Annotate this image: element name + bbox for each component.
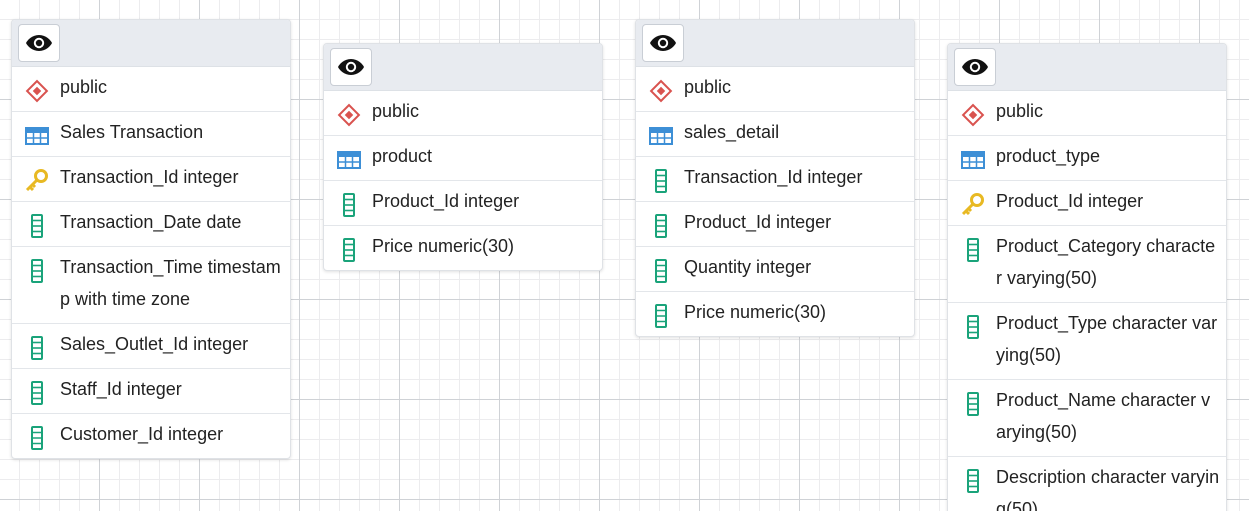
column-icon — [24, 381, 50, 405]
column-label: Quantity integer — [684, 257, 812, 277]
key-icon — [960, 193, 986, 217]
schema-label: public — [996, 101, 1044, 121]
schema-icon — [336, 103, 362, 127]
column-label: Transaction_Id integer — [60, 167, 239, 187]
column-label: Staff_Id integer — [60, 379, 182, 399]
column-icon — [24, 259, 50, 283]
schema-label: public — [684, 77, 732, 97]
column-row: Product_Id integer — [948, 181, 1226, 226]
table-name: product — [372, 146, 433, 166]
column-label: Product_Id integer — [372, 191, 520, 211]
column-row: Transaction_Id integer — [12, 157, 290, 202]
table-node-header — [12, 20, 290, 67]
schema-row: public — [948, 91, 1226, 136]
eye-icon[interactable] — [330, 48, 372, 86]
schema-row: public — [12, 67, 290, 112]
column-label: Product_Id integer — [684, 212, 832, 232]
eye-icon[interactable] — [18, 24, 60, 62]
column-label: Customer_Id integer — [60, 424, 224, 444]
column-row: Product_Category character varying(50) — [948, 226, 1226, 303]
column-icon — [24, 214, 50, 238]
column-icon — [960, 392, 986, 416]
column-icon — [960, 469, 986, 493]
schema-row: public — [636, 67, 914, 112]
table-node-sales-transaction[interactable]: public Sales Transaction Transaction_Id … — [11, 19, 291, 459]
column-row: Transaction_Date date — [12, 202, 290, 247]
column-label: Product_Category character varying(50) — [996, 236, 1216, 288]
column-row: Transaction_Time timestamp with time zon… — [12, 247, 290, 324]
table-name-row: product_type — [948, 136, 1226, 181]
table-name-row: Sales Transaction — [12, 112, 290, 157]
column-label: Price numeric(30) — [372, 236, 515, 256]
column-label: Sales_Outlet_Id integer — [60, 334, 249, 354]
table-icon — [336, 148, 362, 172]
column-label: Product_Id integer — [996, 191, 1144, 211]
table-node-header — [324, 44, 602, 91]
column-icon — [648, 304, 674, 328]
table-name-row: sales_detail — [636, 112, 914, 157]
column-icon — [24, 336, 50, 360]
column-label: Transaction_Date date — [60, 212, 242, 232]
column-icon — [336, 193, 362, 217]
column-icon — [960, 315, 986, 339]
table-node-product-type[interactable]: public product_type Product_Id integer P… — [947, 43, 1227, 511]
column-label: Transaction_Id integer — [684, 167, 863, 187]
column-row: Product_Name character varying(50) — [948, 380, 1226, 457]
table-icon — [960, 148, 986, 172]
schema-icon — [960, 103, 986, 127]
column-row: Staff_Id integer — [12, 369, 290, 414]
column-row: Description character varying(50) — [948, 457, 1226, 511]
column-row: Quantity integer — [636, 247, 914, 292]
column-label: Price numeric(30) — [684, 302, 827, 322]
schema-icon — [648, 79, 674, 103]
schema-icon — [24, 79, 50, 103]
key-icon — [24, 169, 50, 193]
column-label: Transaction_Time timestamp with time zon… — [60, 257, 281, 309]
column-row: Sales_Outlet_Id integer — [12, 324, 290, 369]
table-icon — [648, 124, 674, 148]
column-row: Product_Id integer — [636, 202, 914, 247]
column-label: Description character varying(50) — [996, 467, 1220, 511]
eye-icon[interactable] — [642, 24, 684, 62]
table-node-header — [636, 20, 914, 67]
schema-row: public — [324, 91, 602, 136]
table-icon — [24, 124, 50, 148]
column-row: Product_Type character varying(50) — [948, 303, 1226, 380]
column-icon — [648, 214, 674, 238]
column-row: Customer_Id integer — [12, 414, 290, 458]
table-name-row: product — [324, 136, 602, 181]
column-icon — [960, 238, 986, 262]
eye-icon[interactable] — [954, 48, 996, 86]
schema-label: public — [372, 101, 420, 121]
table-node-sales-detail[interactable]: public sales_detail Transaction_Id integ… — [635, 19, 915, 337]
column-row: Price numeric(30) — [636, 292, 914, 336]
table-name: product_type — [996, 146, 1101, 166]
column-row: Transaction_Id integer — [636, 157, 914, 202]
column-icon — [336, 238, 362, 262]
column-row: Product_Id integer — [324, 181, 602, 226]
column-icon — [24, 426, 50, 450]
table-name: Sales Transaction — [60, 122, 204, 142]
column-icon — [648, 259, 674, 283]
column-label: Product_Type character varying(50) — [996, 313, 1218, 365]
table-node-header — [948, 44, 1226, 91]
table-node-product[interactable]: public product Product_Id integer Price … — [323, 43, 603, 271]
column-row: Price numeric(30) — [324, 226, 602, 270]
column-label: Product_Name character varying(50) — [996, 390, 1211, 442]
schema-label: public — [60, 77, 108, 97]
column-icon — [648, 169, 674, 193]
table-name: sales_detail — [684, 122, 780, 142]
